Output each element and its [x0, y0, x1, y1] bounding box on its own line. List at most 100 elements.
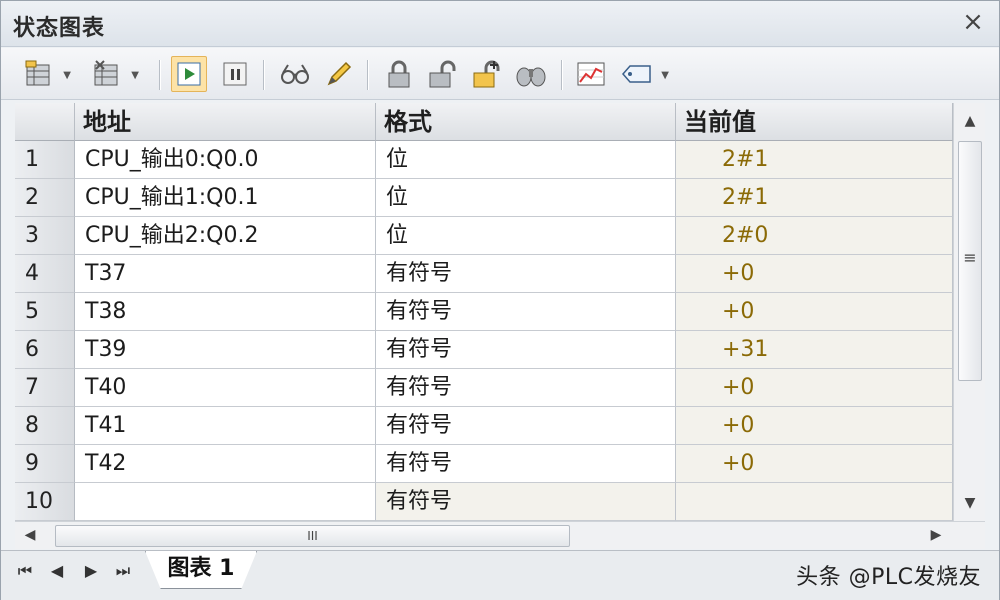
scroll-right-icon[interactable]: ▶ — [921, 527, 951, 543]
table-row: 7 T40 有符号 +0 — [15, 369, 953, 407]
format-cell[interactable]: 有符号 — [376, 445, 676, 483]
row-number-header — [15, 103, 75, 141]
format-cell[interactable]: 有符号 — [376, 331, 676, 369]
unforce-button[interactable] — [425, 56, 461, 92]
tab-chart-1[interactable]: 图表 1 — [145, 551, 257, 589]
column-header-address[interactable]: 地址 — [75, 103, 376, 141]
scroll-left-icon[interactable]: ◀ — [15, 527, 45, 543]
address-cell[interactable]: T40 — [75, 369, 376, 407]
read-all-forced-button[interactable] — [513, 56, 549, 92]
write-pencil-icon — [327, 61, 352, 86]
chevron-down-icon[interactable]: ▼ — [63, 70, 71, 81]
row-number[interactable]: 2 — [15, 179, 75, 217]
read-view-icon — [281, 64, 309, 84]
toolbar-separator — [263, 60, 265, 90]
address-cell[interactable]: T42 — [75, 445, 376, 483]
previous-tab-icon[interactable]: ◀ — [45, 561, 69, 580]
address-cell[interactable]: T41 — [75, 407, 376, 445]
pause-button[interactable] — [217, 56, 253, 92]
format-cell[interactable]: 有符号 — [376, 255, 676, 293]
table-row: 10 有符号 — [15, 483, 953, 521]
trend-chart-icon — [577, 62, 605, 86]
tag-button[interactable]: ▼ — [619, 56, 669, 92]
row-number[interactable]: 10 — [15, 483, 75, 521]
column-header-current-value[interactable]: 当前值 — [676, 103, 953, 141]
format-cell[interactable]: 有符号 — [376, 483, 676, 521]
value-cell: 2#0 — [676, 217, 953, 255]
table-row: 9 T42 有符号 +0 — [15, 445, 953, 483]
unforce-lock-icon — [429, 60, 456, 88]
row-number[interactable]: 5 — [15, 293, 75, 331]
value-cell: +0 — [676, 255, 953, 293]
delete-row-icon — [94, 60, 118, 86]
format-cell[interactable]: 位 — [376, 141, 676, 179]
status-table: 地址 格式 当前值 1 CPU_输出0:Q0.0 位 2#1 2 CPU_输出1… — [15, 103, 953, 521]
tag-icon — [622, 65, 651, 83]
address-cell[interactable]: CPU_输出2:Q0.2 — [75, 217, 376, 255]
window-title: 状态图表 — [13, 16, 106, 41]
row-number[interactable]: 1 — [15, 141, 75, 179]
column-header-format[interactable]: 格式 — [376, 103, 676, 141]
value-cell — [676, 483, 953, 521]
table-row: 3 CPU_输出2:Q0.2 位 2#0 — [15, 217, 953, 255]
table-row: 8 T41 有符号 +0 — [15, 407, 953, 445]
unforce-all-icon — [473, 60, 500, 88]
read-view-button[interactable] — [277, 56, 313, 92]
address-cell[interactable]: T39 — [75, 331, 376, 369]
close-button[interactable]: × — [959, 7, 987, 37]
scroll-up-icon[interactable]: ▲ — [954, 113, 986, 129]
row-number[interactable]: 8 — [15, 407, 75, 445]
delete-row-button[interactable]: ▼ — [89, 56, 139, 92]
toolbar-separator — [561, 60, 563, 90]
row-number[interactable]: 4 — [15, 255, 75, 293]
value-cell: +0 — [676, 445, 953, 483]
address-cell[interactable]: CPU_输出0:Q0.0 — [75, 141, 376, 179]
table-row: 6 T39 有符号 +31 — [15, 331, 953, 369]
last-tab-icon[interactable]: ⏭ — [111, 561, 135, 581]
vertical-scroll-thumb[interactable]: ≡ — [958, 141, 982, 381]
format-cell[interactable]: 位 — [376, 179, 676, 217]
insert-row-button[interactable]: ▼ — [21, 56, 71, 92]
first-tab-icon[interactable]: ⏮ — [13, 561, 37, 581]
run-status-button[interactable] — [171, 56, 207, 92]
status-chart-window: 状态图表 × ▼ ▼ ▼ 地址 格式 当前值 1 CPU_输出0:Q0.0 位 … — [0, 0, 1000, 600]
table-row: 4 T37 有符号 +0 — [15, 255, 953, 293]
format-cell[interactable]: 有符号 — [376, 293, 676, 331]
format-cell[interactable]: 有符号 — [376, 369, 676, 407]
horizontal-scroll-thumb[interactable]: III — [55, 525, 570, 547]
table-row: 1 CPU_输出0:Q0.0 位 2#1 — [15, 141, 953, 179]
pause-icon — [223, 62, 247, 86]
scroll-down-icon[interactable]: ▼ — [954, 495, 986, 511]
force-lock-icon — [388, 60, 410, 88]
title-bar: 状态图表 × — [1, 1, 999, 47]
address-cell[interactable] — [75, 483, 376, 521]
toolbar: ▼ ▼ ▼ — [1, 48, 999, 100]
watermark: 头条 @PLC发烧友 — [796, 565, 981, 590]
read-all-forced-icon — [516, 67, 546, 87]
write-button[interactable] — [321, 56, 357, 92]
table-row: 2 CPU_输出1:Q0.1 位 2#1 — [15, 179, 953, 217]
row-number[interactable]: 3 — [15, 217, 75, 255]
toolbar-separator — [159, 60, 161, 90]
value-cell: +0 — [676, 369, 953, 407]
row-number[interactable]: 7 — [15, 369, 75, 407]
chevron-down-icon[interactable]: ▼ — [661, 70, 669, 81]
format-cell[interactable]: 位 — [376, 217, 676, 255]
force-button[interactable] — [381, 56, 417, 92]
horizontal-scrollbar[interactable]: ◀ III ▶ — [15, 521, 985, 549]
address-cell[interactable]: T38 — [75, 293, 376, 331]
trend-chart-button[interactable] — [573, 56, 609, 92]
next-tab-icon[interactable]: ▶ — [79, 561, 103, 580]
toolbar-separator — [367, 60, 369, 90]
vertical-scrollbar[interactable]: ▲ ≡ ▼ — [953, 103, 985, 521]
row-number[interactable]: 9 — [15, 445, 75, 483]
address-cell[interactable]: CPU_输出1:Q0.1 — [75, 179, 376, 217]
unforce-all-button[interactable] — [469, 56, 505, 92]
chevron-down-icon[interactable]: ▼ — [131, 70, 139, 81]
value-cell: 2#1 — [676, 141, 953, 179]
row-number[interactable]: 6 — [15, 331, 75, 369]
format-cell[interactable]: 有符号 — [376, 407, 676, 445]
table-row: 5 T38 有符号 +0 — [15, 293, 953, 331]
address-cell[interactable]: T37 — [75, 255, 376, 293]
sheet-tab-bar: ⏮ ◀ ▶ ⏭ 图表 1 头条 @PLC发烧友 — [1, 550, 999, 600]
